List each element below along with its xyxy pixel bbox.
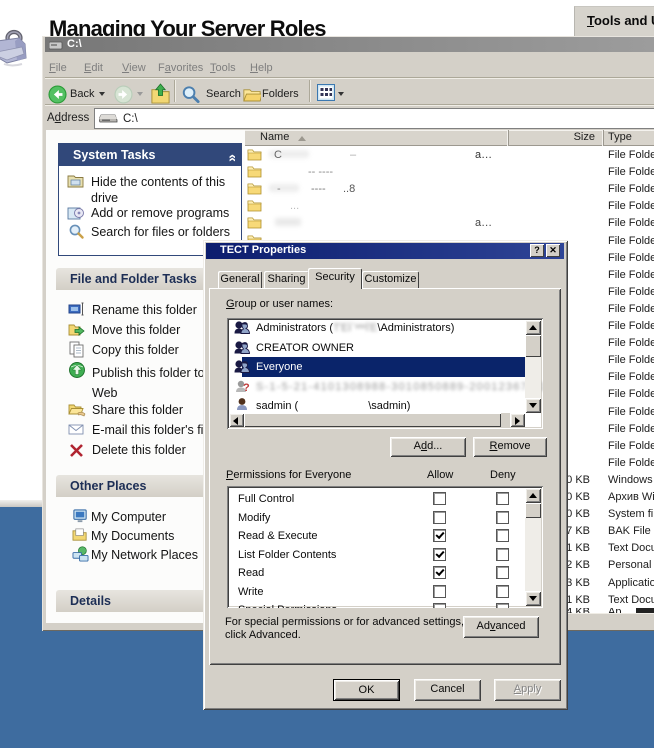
svg-text:?: ? xyxy=(243,382,250,393)
